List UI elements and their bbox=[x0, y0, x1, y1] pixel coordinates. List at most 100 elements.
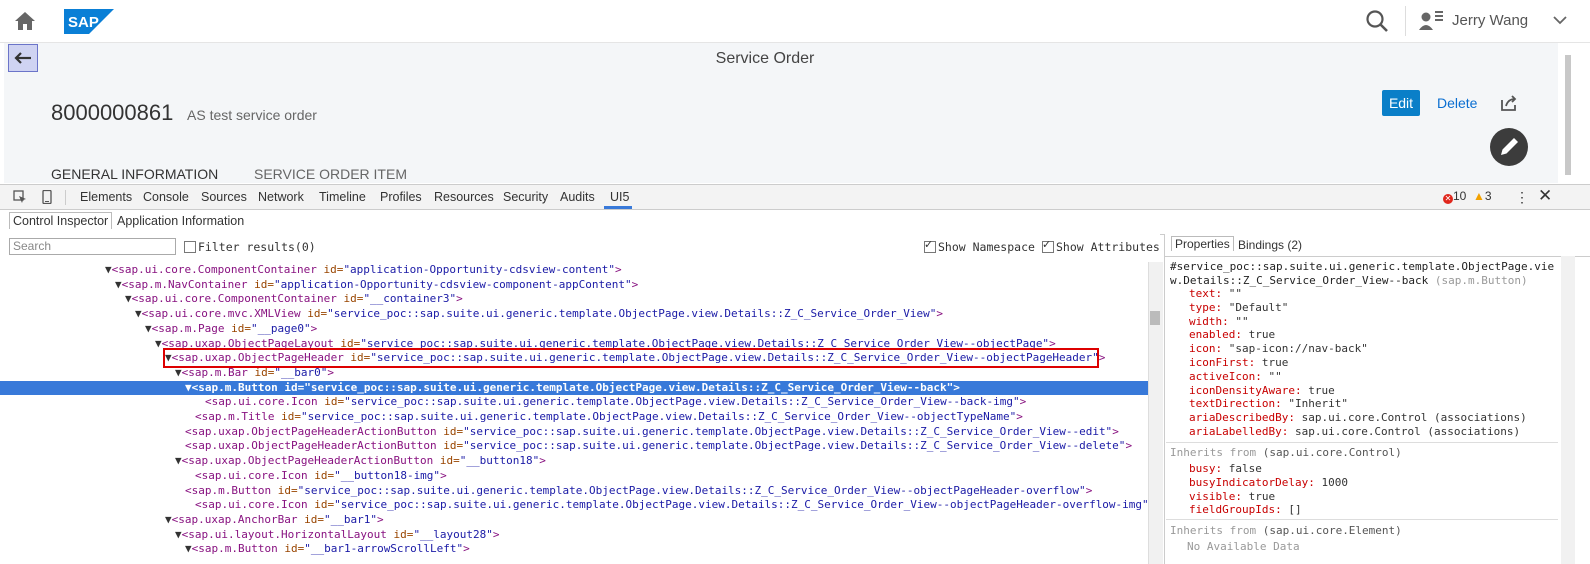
highlight-box bbox=[163, 348, 1099, 368]
tree-node[interactable]: ▼<sap.m.Button id="__bar1-arrowScrollLef… bbox=[0, 542, 1148, 557]
tree-toggle-icon[interactable]: ▼ bbox=[145, 322, 152, 335]
tab-security[interactable]: Security bbox=[503, 190, 548, 204]
home-icon[interactable] bbox=[12, 8, 38, 34]
property-value: 1000 bbox=[1314, 475, 1348, 489]
tree-node[interactable]: <sap.ui.core.Icon id="__button18-img"> bbox=[0, 469, 1148, 484]
tab-timeline[interactable]: Timeline bbox=[319, 190, 366, 204]
tree-node-tag: <sap.ui.core.Icon bbox=[195, 468, 308, 482]
show-namespace-checkbox[interactable]: ✓ bbox=[924, 239, 936, 253]
tree-node[interactable]: <sap.m.Title id="service_poc::sap.suite.… bbox=[0, 410, 1148, 425]
tree-toggle-icon[interactable]: ▼ bbox=[105, 263, 112, 276]
tab-profiles[interactable]: Profiles bbox=[380, 190, 422, 204]
tab-console[interactable]: Console bbox=[143, 190, 189, 204]
tab-audits[interactable]: Audits bbox=[560, 190, 595, 204]
tree-toggle-icon[interactable]: ▼ bbox=[185, 542, 192, 555]
tree-node[interactable]: ▼<sap.m.Button id="service_poc::sap.suit… bbox=[0, 380, 1148, 396]
tree-node-attr: id= bbox=[386, 527, 414, 541]
inherits-heading: Inherits from (sap.ui.core.Control) bbox=[1170, 446, 1402, 460]
user-name[interactable]: Jerry Wang bbox=[1452, 12, 1528, 29]
tab-properties[interactable]: Properties bbox=[1171, 236, 1234, 251]
inspect-element-icon[interactable] bbox=[13, 190, 27, 204]
tree-node-end: > bbox=[440, 468, 447, 482]
tree-node[interactable]: ▼<sap.m.Bar id="__bar0"> bbox=[0, 366, 1148, 381]
show-attributes-checkbox[interactable]: ✓ bbox=[1042, 239, 1054, 253]
edit-fab-button[interactable] bbox=[1490, 128, 1528, 166]
delete-button[interactable]: Delete bbox=[1437, 95, 1477, 111]
tree-node[interactable]: ▼<sap.ui.core.ComponentContainer id="app… bbox=[0, 263, 1148, 278]
tree-node-end: > bbox=[614, 263, 622, 276]
ui5-sub-tabs: Control Inspector Application Informatio… bbox=[0, 210, 1590, 235]
tree-node[interactable]: ▼<sap.ui.core.ComponentContainer id="__c… bbox=[0, 292, 1148, 307]
tree-node-end: > bbox=[953, 380, 960, 394]
tree-toggle-icon[interactable]: ▼ bbox=[175, 528, 182, 541]
tab-bindings[interactable]: Bindings (2) bbox=[1238, 238, 1302, 252]
property-value: "Default" bbox=[1222, 300, 1289, 314]
tree-node[interactable]: ▼<sap.ui.layout.HorizontalLayout id="__l… bbox=[0, 528, 1148, 543]
tree-toggle-icon[interactable]: ▼ bbox=[155, 337, 162, 350]
tree-toggle-icon[interactable]: ▼ bbox=[125, 292, 132, 305]
tree-node-tag: <sap.ui.core.Icon bbox=[205, 395, 318, 409]
page-scrollbar-thumb[interactable] bbox=[1565, 55, 1571, 175]
shell-divider bbox=[1405, 6, 1406, 36]
filter-results-checkbox[interactable] bbox=[184, 241, 196, 253]
tree-toggle-icon[interactable]: ▼ bbox=[185, 381, 192, 394]
property-name: text: bbox=[1189, 287, 1223, 300]
search-icon[interactable] bbox=[1364, 8, 1390, 34]
tree-node-value: "application-Opportunity-cdsview-content… bbox=[343, 263, 615, 276]
tree-node[interactable]: <sap.uxap.ObjectPageHeaderActionButton i… bbox=[0, 425, 1148, 440]
property-value: [] bbox=[1281, 503, 1302, 517]
tab-control-inspector[interactable]: Control Inspector bbox=[9, 212, 113, 229]
properties-scrollbar[interactable] bbox=[1561, 256, 1575, 564]
tree-node-tag: <sap.ui.layout.HorizontalLayout bbox=[181, 527, 387, 541]
tree-node[interactable]: ▼<sap.uxap.AnchorBar id="__bar1"> bbox=[0, 513, 1148, 528]
tree-toggle-icon[interactable]: ▼ bbox=[165, 513, 172, 526]
property-value: false bbox=[1222, 462, 1262, 475]
tree-node-attr: id= bbox=[247, 277, 274, 291]
tree-node-tag: <sap.m.Button bbox=[191, 542, 278, 556]
search-input[interactable]: Search bbox=[9, 238, 176, 255]
tab-application-information[interactable]: Application Information bbox=[114, 213, 247, 229]
sap-logo[interactable]: SAP bbox=[64, 9, 114, 34]
tree-node-attr: id= bbox=[277, 542, 305, 556]
tree-node[interactable]: ▼<sap.m.Page id="__page0"> bbox=[0, 322, 1148, 337]
tree-node-end: > bbox=[1098, 351, 1106, 365]
edit-button[interactable]: Edit bbox=[1382, 90, 1420, 116]
tab-general-information[interactable]: GENERAL INFORMATION bbox=[51, 166, 218, 182]
tree-node-tag: <sap.ui.core.ComponentContainer bbox=[131, 292, 337, 306]
tree-node[interactable]: ▼<sap.m.NavContainer id="application-Opp… bbox=[0, 278, 1148, 293]
tree-node[interactable]: <sap.m.Button id="service_poc::sap.suite… bbox=[0, 484, 1148, 499]
share-icon[interactable] bbox=[1499, 94, 1519, 112]
tree-toggle-icon[interactable]: ▼ bbox=[175, 454, 182, 467]
tab-sources[interactable]: Sources bbox=[201, 190, 247, 204]
tree-toggle-icon[interactable]: ▼ bbox=[135, 307, 142, 320]
user-icon[interactable] bbox=[1418, 9, 1444, 33]
tree-node-end: > bbox=[1112, 424, 1119, 438]
tree-node-tag: <sap.uxap.ObjectPageHeaderActionButton bbox=[185, 439, 437, 453]
tree-node[interactable]: <sap.ui.core.Icon id="service_poc::sap.s… bbox=[0, 395, 1148, 410]
tree-node-tag: <sap.m.Button bbox=[191, 380, 278, 394]
tab-elements[interactable]: Elements bbox=[80, 190, 132, 204]
property-row: visible: true bbox=[1189, 490, 1275, 504]
warning-count[interactable]: ▲3 bbox=[1473, 189, 1492, 203]
property-name: visible: bbox=[1189, 489, 1242, 503]
warning-icon: ▲ bbox=[1473, 189, 1485, 203]
tree-scrollbar[interactable] bbox=[1148, 262, 1163, 564]
property-row: busy: false bbox=[1189, 462, 1262, 476]
device-mode-icon[interactable] bbox=[40, 190, 54, 204]
tree-node[interactable]: ▼<sap.ui.core.mvc.XMLView id="service_po… bbox=[0, 307, 1148, 322]
tab-resources[interactable]: Resources bbox=[434, 190, 494, 204]
error-count[interactable]: ✕ 10 bbox=[1443, 189, 1466, 204]
tree-toggle-icon[interactable]: ▼ bbox=[115, 278, 122, 291]
chevron-down-icon[interactable] bbox=[1552, 13, 1568, 27]
inherits-label: Inherits from bbox=[1170, 446, 1263, 459]
close-icon[interactable]: ✕ bbox=[1538, 186, 1552, 206]
tree-node[interactable]: <sap.uxap.ObjectPageHeaderActionButton i… bbox=[0, 439, 1148, 454]
tree-node[interactable]: <sap.ui.core.Icon id="service_poc::sap.s… bbox=[0, 498, 1148, 513]
more-options-icon[interactable]: ⋮ bbox=[1515, 189, 1529, 206]
tree-scrollbar-thumb[interactable] bbox=[1150, 311, 1160, 325]
property-value: "sap-icon://nav-back" bbox=[1222, 342, 1368, 356]
tab-service-order-item[interactable]: SERVICE ORDER ITEM bbox=[254, 166, 407, 182]
tab-ui5[interactable]: UI5 bbox=[610, 190, 629, 204]
tree-node[interactable]: ▼<sap.uxap.ObjectPageHeaderActionButton … bbox=[0, 454, 1148, 469]
tab-network[interactable]: Network bbox=[258, 190, 304, 204]
